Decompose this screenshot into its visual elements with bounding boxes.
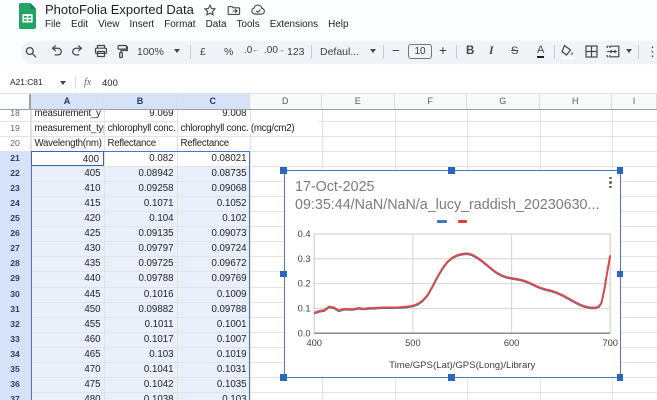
svg-text:0.1: 0.1 [297,304,310,314]
svg-text:0.0: 0.0 [297,328,310,338]
svg-text:0.2: 0.2 [297,279,310,289]
svg-text:500: 500 [405,338,421,348]
svg-text:700: 700 [602,338,618,348]
svg-text:0.3: 0.3 [297,254,310,264]
svg-text:0.4: 0.4 [297,229,310,239]
svg-text:600: 600 [503,338,519,348]
svg-text:Time/GPS(Lat)/GPS(Long)/Librar: Time/GPS(Lat)/GPS(Long)/Library [389,360,535,371]
svg-text:400: 400 [306,338,322,348]
